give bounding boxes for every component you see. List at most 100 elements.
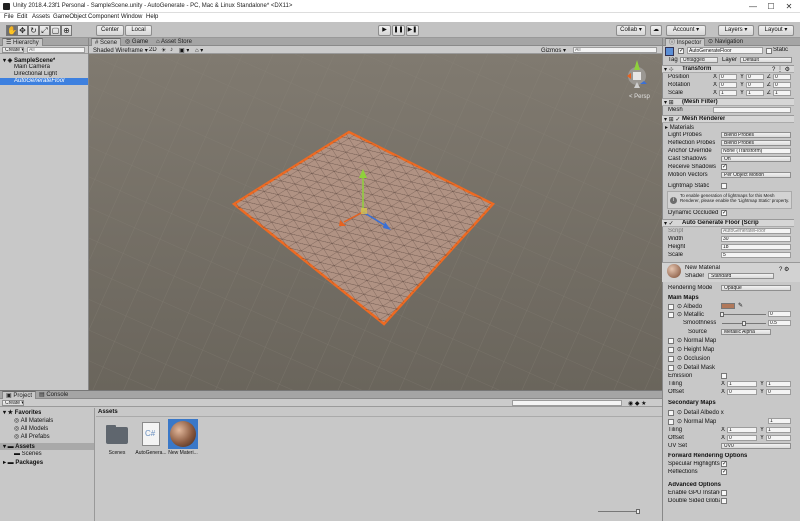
- maximize-button[interactable]: ☐: [766, 2, 776, 11]
- account-dropdown[interactable]: Account ▾: [666, 25, 706, 36]
- height-map-slot[interactable]: [668, 347, 674, 353]
- asset-autogenerate-script[interactable]: C#: [138, 421, 164, 449]
- menu-edit[interactable]: Edit: [17, 14, 27, 20]
- tab-asset-store[interactable]: ⌂ Asset Store: [153, 38, 195, 46]
- tag-dropdown[interactable]: Untagged: [680, 57, 718, 63]
- scene-audio-icon[interactable]: ♪: [170, 47, 173, 53]
- metallic-texture-slot[interactable]: [668, 312, 674, 318]
- tiling-x-field[interactable]: 1: [727, 381, 757, 387]
- double-sided-checkbox[interactable]: [721, 498, 727, 504]
- tab-inspector[interactable]: ⓘ Inspector: [665, 38, 706, 46]
- plane-handle[interactable]: [361, 208, 367, 214]
- pivot-center-button[interactable]: Center: [96, 25, 124, 36]
- shader-dropdown[interactable]: Standard: [708, 273, 774, 279]
- menu-gameobject[interactable]: GameObject: [53, 14, 87, 20]
- gpu-instancing-checkbox[interactable]: [721, 490, 727, 496]
- scene-lighting-icon[interactable]: ☀: [161, 47, 166, 54]
- width-field[interactable]: 30: [721, 236, 791, 242]
- collab-button[interactable]: Collab ▾: [616, 25, 646, 36]
- menu-component[interactable]: Component: [88, 14, 119, 20]
- packages-tree-item[interactable]: ▸ ▬ Packages: [3, 459, 43, 466]
- script-scale-field[interactable]: 5: [721, 252, 791, 258]
- script-component-header[interactable]: ▾ ✓ Auto Generate Floor (Scrip: [662, 219, 794, 227]
- project-filter-icons[interactable]: ◉ ◆ ★: [628, 400, 647, 407]
- play-button[interactable]: ▶: [378, 25, 391, 36]
- menu-assets[interactable]: Assets: [32, 14, 50, 20]
- scene-camera-icon[interactable]: ⌂ ▾: [195, 47, 203, 54]
- step-button[interactable]: ▶❚: [406, 25, 419, 36]
- mode-2d-toggle[interactable]: 2D: [149, 47, 157, 53]
- metallic-slider[interactable]: [722, 314, 766, 315]
- offset2-y-field[interactable]: 0: [766, 435, 791, 441]
- minimize-button[interactable]: —: [748, 2, 758, 11]
- hierarchy-search-input[interactable]: [27, 47, 85, 53]
- detail-mask-slot[interactable]: [668, 365, 674, 371]
- gameobject-active-checkbox[interactable]: ✓: [678, 48, 684, 54]
- asset-new-material[interactable]: [168, 419, 198, 449]
- position-y-field[interactable]: 0: [746, 74, 764, 80]
- tab-project[interactable]: ▣ Project: [2, 391, 37, 399]
- anchor-override-field[interactable]: None (Transform): [721, 148, 791, 154]
- reflection-probes-dropdown[interactable]: Blend Probes: [721, 140, 791, 146]
- height-field[interactable]: 18: [721, 244, 791, 250]
- detail-albedo-slot[interactable]: [668, 410, 674, 416]
- rotation-z-field[interactable]: 0: [773, 82, 791, 88]
- assets-tree-item[interactable]: ▾ ▬ Assets: [0, 443, 94, 450]
- favorites-item[interactable]: ▾ ★ Favorites: [3, 409, 41, 416]
- offset2-x-field[interactable]: 0: [727, 435, 757, 441]
- component-settings-icon[interactable]: ? ⋮ ⚙: [772, 66, 790, 73]
- cast-shadows-dropdown[interactable]: On: [721, 156, 791, 162]
- perspective-label[interactable]: < Persp: [629, 94, 651, 100]
- menu-window[interactable]: Window: [121, 14, 142, 20]
- materials-foldout[interactable]: ▸ Materials: [665, 124, 694, 131]
- source-dropdown[interactable]: Metallic Alpha: [721, 329, 771, 335]
- lightmap-static-checkbox[interactable]: [721, 183, 727, 189]
- tab-game[interactable]: ◎ Game: [122, 38, 151, 46]
- project-create-dropdown[interactable]: Create ▾: [2, 400, 24, 406]
- cloud-icon[interactable]: ☁: [650, 25, 662, 36]
- transform-tool-icon[interactable]: ⊕: [61, 25, 72, 36]
- scale-x-field[interactable]: 1: [719, 90, 737, 96]
- close-button[interactable]: ✕: [784, 2, 794, 11]
- layers-dropdown[interactable]: Layers ▾: [718, 25, 754, 36]
- hierarchy-selected-row[interactable]: AutoGenerateFloor: [0, 78, 88, 85]
- specular-highlights-checkbox[interactable]: ✓: [721, 461, 727, 467]
- menu-help[interactable]: Help: [146, 14, 158, 20]
- hierarchy-item-main-camera[interactable]: Main Camera: [14, 64, 50, 70]
- transform-header[interactable]: ▾ ⊹ Transform ? ⋮ ⚙: [662, 65, 794, 73]
- mesh-renderer-header[interactable]: ▾ ⊞ ✓ Mesh Renderer: [662, 115, 794, 123]
- smoothness-slider-thumb[interactable]: [742, 321, 746, 326]
- icon-size-slider-thumb[interactable]: [636, 509, 640, 514]
- albedo-color-swatch[interactable]: [721, 303, 735, 309]
- tiling2-y-field[interactable]: 1: [766, 427, 791, 433]
- menu-file[interactable]: File: [4, 14, 14, 20]
- reflections-checkbox[interactable]: ✓: [721, 469, 727, 475]
- eyedropper-icon[interactable]: ✎: [738, 302, 743, 309]
- mesh-field[interactable]: [713, 107, 791, 113]
- tab-hierarchy[interactable]: ☰ Hierarchy: [2, 38, 43, 46]
- tiling-y-field[interactable]: 1: [766, 381, 791, 387]
- fav-all-prefabs[interactable]: ◎ All Prefabs: [14, 433, 50, 440]
- fav-all-models[interactable]: ◎ All Models: [14, 425, 48, 432]
- offset-x-field[interactable]: 0: [727, 389, 757, 395]
- metallic-value-field[interactable]: 0: [768, 311, 791, 317]
- scene-root-item[interactable]: ▾ ◈ SampleScene*: [3, 57, 55, 64]
- rect-tool-icon[interactable]: ▢: [50, 25, 61, 36]
- hierarchy-item-directional-light[interactable]: Directional Light: [14, 71, 57, 77]
- hand-tool-icon[interactable]: ✋: [6, 25, 17, 36]
- tab-console[interactable]: ▤ Console: [36, 391, 71, 399]
- smoothness-value-field[interactable]: 0.5: [768, 320, 791, 326]
- rendering-mode-dropdown[interactable]: Opaque: [721, 285, 791, 291]
- static-checkbox[interactable]: [766, 48, 772, 54]
- metallic-slider-thumb[interactable]: [720, 312, 724, 317]
- occlusion-slot[interactable]: [668, 356, 674, 362]
- offset-y-field[interactable]: 0: [766, 389, 791, 395]
- motion-vectors-dropdown[interactable]: Per Object Motion: [721, 172, 791, 178]
- scale-y-field[interactable]: 1: [746, 90, 764, 96]
- tab-scene[interactable]: # Scene: [91, 38, 122, 46]
- gameobject-name-field[interactable]: [687, 47, 763, 54]
- pivot-local-button[interactable]: Local: [125, 25, 152, 36]
- gizmos-dropdown[interactable]: Gizmos ▾: [541, 47, 566, 54]
- scene-search-input[interactable]: [573, 47, 657, 53]
- shading-mode-dropdown[interactable]: Shaded Wireframe ▾: [93, 47, 148, 54]
